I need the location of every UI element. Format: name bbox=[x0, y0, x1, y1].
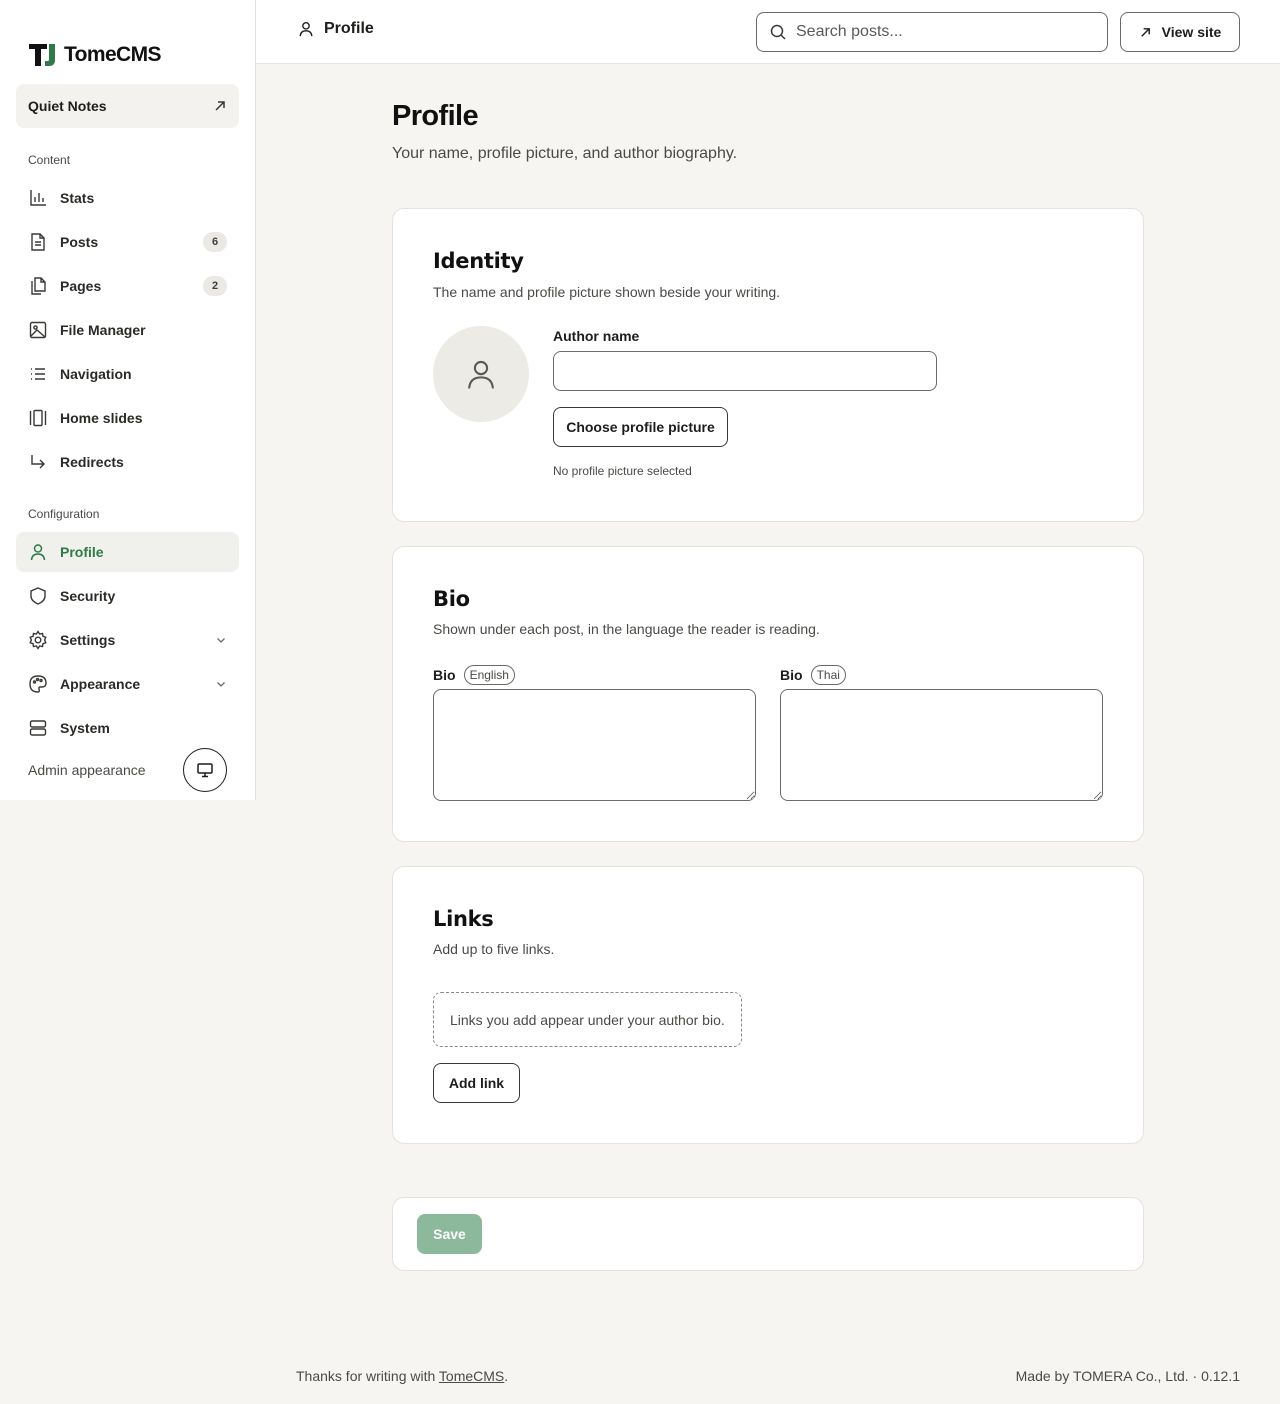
avatar-placeholder bbox=[433, 326, 529, 422]
footer-tomecms-link[interactable]: TomeCMS bbox=[439, 1368, 504, 1384]
view-site-button[interactable]: View site bbox=[1120, 12, 1240, 52]
sidebar: TomeCMS Quiet Notes Content Stats Posts … bbox=[0, 0, 256, 800]
monitor-icon bbox=[197, 763, 213, 778]
footer-credit-suffix: . bbox=[504, 1368, 509, 1384]
page-subtitle: Your name, profile picture, and author b… bbox=[392, 145, 738, 162]
bio-thai-textarea[interactable] bbox=[780, 689, 1103, 801]
language-tag-thai: Thai bbox=[810, 665, 846, 685]
sidebar-item-label: Navigation bbox=[60, 366, 132, 382]
footer-credit: Thanks for writing with TomeCMS. bbox=[296, 1368, 508, 1384]
sidebar-item-home-slides[interactable]: Home slides bbox=[16, 398, 239, 438]
breadcrumb-current: Profile bbox=[324, 20, 374, 37]
author-name-label: Author name bbox=[553, 328, 640, 344]
breadcrumb: Profile bbox=[297, 20, 374, 38]
add-link-button[interactable]: Add link bbox=[433, 1063, 520, 1103]
sidebar-item-label: Posts bbox=[60, 234, 99, 250]
sidebar-item-label: System bbox=[60, 720, 110, 736]
links-description: Add up to five links. bbox=[433, 941, 555, 957]
footer-version: Made by TOMERA Co., Ltd. · 0.12.1 bbox=[1015, 1368, 1240, 1384]
bio-label-text: Bio bbox=[780, 667, 803, 683]
external-link-arrow-icon bbox=[215, 101, 225, 111]
choose-profile-picture-button[interactable]: Choose profile picture bbox=[553, 407, 728, 447]
sidebar-item-security[interactable]: Security bbox=[16, 576, 239, 616]
brand-name: TomeCMS bbox=[64, 43, 162, 66]
sidebar-item-stats[interactable]: Stats bbox=[16, 178, 239, 218]
pages-count-badge: 2 bbox=[203, 276, 227, 296]
sidebar-item-label: Appearance bbox=[60, 676, 141, 692]
bio-thai-label: Bio Thai bbox=[780, 665, 846, 685]
save-bar: Save bbox=[392, 1197, 1144, 1271]
page-title: Profile bbox=[392, 100, 479, 132]
chevron-down-icon bbox=[217, 638, 225, 643]
links-empty-state: Links you add appear under your author b… bbox=[433, 992, 742, 1047]
external-link-arrow-icon bbox=[1140, 27, 1150, 37]
image-icon bbox=[28, 320, 48, 340]
slides-icon bbox=[28, 408, 48, 428]
admin-appearance-row: Admin appearance bbox=[28, 748, 227, 792]
footer-credit-prefix: Thanks for writing with bbox=[296, 1368, 439, 1384]
sidebar-item-label: Settings bbox=[60, 632, 116, 648]
sidebar-item-label: File Manager bbox=[60, 322, 146, 338]
bio-english-textarea[interactable] bbox=[433, 689, 756, 801]
sidebar-item-label: Pages bbox=[60, 278, 102, 294]
view-site-label: View site bbox=[1161, 24, 1222, 40]
admin-appearance-label: Admin appearance bbox=[28, 762, 146, 778]
user-icon bbox=[28, 542, 48, 562]
profile-picture-status: No profile picture selected bbox=[553, 464, 692, 478]
posts-count-badge: 6 bbox=[203, 232, 227, 252]
sidebar-item-appearance[interactable]: Appearance bbox=[16, 664, 239, 704]
gear-icon bbox=[28, 630, 48, 650]
links-title: Links bbox=[433, 907, 494, 931]
bio-label-text: Bio bbox=[433, 667, 456, 683]
identity-description: The name and profile picture shown besid… bbox=[433, 284, 781, 300]
top-bar: Profile View site bbox=[256, 0, 1280, 64]
server-icon bbox=[28, 718, 48, 738]
sidebar-item-pages[interactable]: Pages 2 bbox=[16, 266, 239, 306]
bio-card: Bio Shown under each post, in the langua… bbox=[392, 546, 1144, 842]
section-label-content: Content bbox=[28, 153, 71, 167]
user-icon bbox=[468, 360, 494, 389]
sidebar-item-label: Stats bbox=[60, 190, 95, 206]
redirect-arrow-icon bbox=[28, 452, 48, 472]
search-icon bbox=[770, 24, 786, 40]
search-box[interactable] bbox=[756, 12, 1108, 52]
author-name-input[interactable] bbox=[553, 351, 937, 391]
sidebar-item-profile[interactable]: Profile bbox=[16, 532, 239, 572]
identity-title: Identity bbox=[433, 249, 524, 273]
user-icon bbox=[299, 22, 313, 37]
site-name: Quiet Notes bbox=[28, 98, 107, 114]
bio-description: Shown under each post, in the language t… bbox=[433, 621, 820, 637]
sidebar-item-system[interactable]: System bbox=[16, 708, 239, 748]
bio-title: Bio bbox=[433, 587, 470, 611]
tome-logo-icon bbox=[29, 44, 55, 66]
chevron-down-icon bbox=[217, 682, 225, 687]
site-switcher[interactable]: Quiet Notes bbox=[16, 84, 239, 128]
language-tag-english: English bbox=[463, 665, 515, 685]
sidebar-item-redirects[interactable]: Redirects bbox=[16, 442, 239, 482]
sidebar-item-settings[interactable]: Settings bbox=[16, 620, 239, 660]
sidebar-item-navigation[interactable]: Navigation bbox=[16, 354, 239, 394]
save-button[interactable]: Save bbox=[417, 1214, 482, 1254]
bar-chart-icon bbox=[28, 188, 48, 208]
list-icon bbox=[28, 364, 48, 384]
palette-icon bbox=[28, 674, 48, 694]
sidebar-item-label: Redirects bbox=[60, 454, 124, 470]
bio-english-label: Bio English bbox=[433, 665, 515, 685]
pages-icon bbox=[28, 276, 48, 296]
identity-card: Identity The name and profile picture sh… bbox=[392, 208, 1144, 522]
section-label-configuration: Configuration bbox=[28, 507, 100, 521]
brand-logo[interactable]: TomeCMS bbox=[27, 41, 162, 69]
links-card: Links Add up to five links. Links you ad… bbox=[392, 866, 1144, 1144]
search-input[interactable] bbox=[796, 23, 1086, 41]
sidebar-item-label: Home slides bbox=[60, 410, 143, 426]
sidebar-item-posts[interactable]: Posts 6 bbox=[16, 222, 239, 262]
sidebar-item-label: Security bbox=[60, 588, 116, 604]
sidebar-item-file-manager[interactable]: File Manager bbox=[16, 310, 239, 350]
admin-appearance-toggle[interactable] bbox=[183, 748, 227, 792]
document-icon bbox=[28, 232, 48, 252]
shield-icon bbox=[28, 586, 48, 606]
sidebar-item-label: Profile bbox=[60, 544, 104, 560]
